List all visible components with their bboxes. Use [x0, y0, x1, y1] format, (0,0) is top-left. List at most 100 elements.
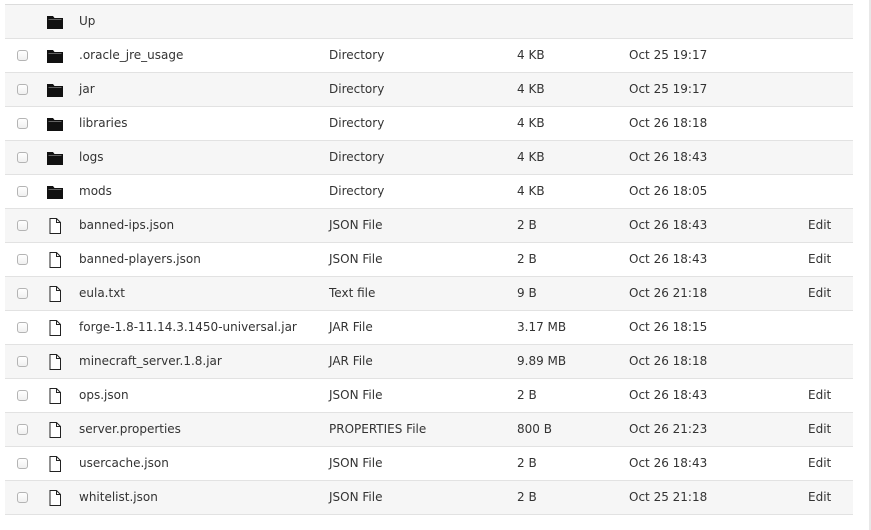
- file-size: 9 B: [517, 286, 537, 300]
- select-checkbox[interactable]: [17, 118, 28, 129]
- file-icon: [46, 319, 64, 337]
- file-modified: Oct 26 18:43: [629, 150, 708, 164]
- file-icon: [46, 421, 64, 439]
- file-size: 4 KB: [517, 48, 545, 62]
- file-modified: Oct 26 18:43: [629, 388, 708, 402]
- file-icon: [46, 455, 64, 473]
- file-name-link[interactable]: mods: [79, 175, 112, 208]
- file-size: 3.17 MB: [517, 320, 567, 334]
- file-row[interactable]: banned-players.json JSON File 2 B Oct 26…: [5, 243, 853, 277]
- file-name-link[interactable]: banned-players.json: [79, 243, 201, 276]
- file-modified: Oct 26 21:23: [629, 422, 708, 436]
- select-checkbox[interactable]: [17, 492, 28, 503]
- file-icon: [46, 251, 64, 269]
- folder-icon: [46, 149, 64, 167]
- select-checkbox[interactable]: [17, 458, 28, 469]
- file-size: 2 B: [517, 388, 537, 402]
- file-row[interactable]: eula.txt Text file 9 B Oct 26 21:18 Edit: [5, 277, 853, 311]
- file-row[interactable]: banned-ips.json JSON File 2 B Oct 26 18:…: [5, 209, 853, 243]
- file-name-link[interactable]: .oracle_jre_usage: [79, 39, 183, 72]
- file-modified: Oct 26 18:05: [629, 184, 708, 198]
- edit-link[interactable]: Edit: [808, 447, 831, 480]
- file-row[interactable]: minecraft_server.1.8.jar JAR File 9.89 M…: [5, 345, 853, 379]
- edit-link[interactable]: Edit: [808, 413, 831, 446]
- file-name-link[interactable]: ops.json: [79, 379, 129, 412]
- select-checkbox[interactable]: [17, 390, 28, 401]
- file-name-link[interactable]: jar: [79, 73, 95, 106]
- file-size: 4 KB: [517, 116, 545, 130]
- file-row[interactable]: jar Directory 4 KB Oct 25 19:17: [5, 73, 853, 107]
- file-icon: [46, 489, 64, 507]
- file-type: JSON File: [329, 490, 383, 504]
- select-checkbox[interactable]: [17, 186, 28, 197]
- file-modified: Oct 26 18:18: [629, 354, 708, 368]
- file-size: 2 B: [517, 218, 537, 232]
- edit-link[interactable]: Edit: [808, 243, 831, 276]
- file-name-link[interactable]: whitelist.json: [79, 481, 158, 514]
- file-type: JSON File: [329, 218, 383, 232]
- file-type: Directory: [329, 184, 385, 198]
- select-checkbox[interactable]: [17, 220, 28, 231]
- file-modified: Oct 26 18:15: [629, 320, 708, 334]
- file-row[interactable]: libraries Directory 4 KB Oct 26 18:18: [5, 107, 853, 141]
- file-icon: [46, 285, 64, 303]
- file-name-link[interactable]: server.properties: [79, 413, 181, 446]
- file-row[interactable]: logs Directory 4 KB Oct 26 18:43: [5, 141, 853, 175]
- folder-icon: [46, 183, 64, 201]
- file-type: Directory: [329, 116, 385, 130]
- file-modified: Oct 25 19:17: [629, 48, 708, 62]
- folder-icon: [46, 13, 64, 31]
- file-name-link[interactable]: banned-ips.json: [79, 209, 174, 242]
- edit-link[interactable]: Edit: [808, 277, 831, 310]
- file-row[interactable]: usercache.json JSON File 2 B Oct 26 18:4…: [5, 447, 853, 481]
- edit-link[interactable]: Edit: [808, 379, 831, 412]
- file-name-link[interactable]: logs: [79, 141, 104, 174]
- file-row[interactable]: mods Directory 4 KB Oct 26 18:05: [5, 175, 853, 209]
- edit-link[interactable]: Edit: [808, 209, 831, 242]
- file-size: 4 KB: [517, 184, 545, 198]
- file-size: 4 KB: [517, 150, 545, 164]
- up-row[interactable]: Up: [5, 5, 853, 39]
- file-modified: Oct 26 21:18: [629, 286, 708, 300]
- file-row[interactable]: whitelist.json JSON File 2 B Oct 25 21:1…: [5, 481, 853, 515]
- file-row[interactable]: ops.json JSON File 2 B Oct 26 18:43 Edit: [5, 379, 853, 413]
- file-icon: [46, 387, 64, 405]
- select-checkbox[interactable]: [17, 254, 28, 265]
- file-icon: [46, 353, 64, 371]
- file-row[interactable]: server.properties PROPERTIES File 800 B …: [5, 413, 853, 447]
- edit-link[interactable]: Edit: [808, 481, 831, 514]
- file-type: Directory: [329, 150, 385, 164]
- file-size: 2 B: [517, 456, 537, 470]
- file-row[interactable]: .oracle_jre_usage Directory 4 KB Oct 25 …: [5, 39, 853, 73]
- select-checkbox[interactable]: [17, 424, 28, 435]
- file-name-link[interactable]: minecraft_server.1.8.jar: [79, 345, 222, 378]
- file-size: 2 B: [517, 252, 537, 266]
- file-modified: Oct 25 19:17: [629, 82, 708, 96]
- file-size: 800 B: [517, 422, 552, 436]
- file-type: JAR File: [329, 320, 373, 334]
- file-name-link[interactable]: libraries: [79, 107, 127, 140]
- select-checkbox[interactable]: [17, 322, 28, 333]
- file-name-link[interactable]: eula.txt: [79, 277, 125, 310]
- file-type: JAR File: [329, 354, 373, 368]
- select-checkbox[interactable]: [17, 50, 28, 61]
- file-list: Up .oracle_jre_usage Directory 4 KB Oct …: [5, 4, 853, 515]
- file-type: JSON File: [329, 388, 383, 402]
- up-label[interactable]: Up: [79, 5, 95, 38]
- file-name-link[interactable]: usercache.json: [79, 447, 169, 480]
- file-name-link[interactable]: forge-1.8-11.14.3.1450-universal.jar: [79, 311, 297, 344]
- folder-icon: [46, 81, 64, 99]
- file-type: Directory: [329, 82, 385, 96]
- select-checkbox[interactable]: [17, 356, 28, 367]
- file-type: JSON File: [329, 456, 383, 470]
- select-checkbox[interactable]: [17, 288, 28, 299]
- select-checkbox[interactable]: [17, 84, 28, 95]
- folder-icon: [46, 115, 64, 133]
- file-type: Text file: [329, 286, 376, 300]
- select-checkbox[interactable]: [17, 152, 28, 163]
- file-modified: Oct 25 21:18: [629, 490, 708, 504]
- file-size: 2 B: [517, 490, 537, 504]
- file-type: PROPERTIES File: [329, 422, 427, 436]
- file-modified: Oct 26 18:43: [629, 252, 708, 266]
- file-row[interactable]: forge-1.8-11.14.3.1450-universal.jar JAR…: [5, 311, 853, 345]
